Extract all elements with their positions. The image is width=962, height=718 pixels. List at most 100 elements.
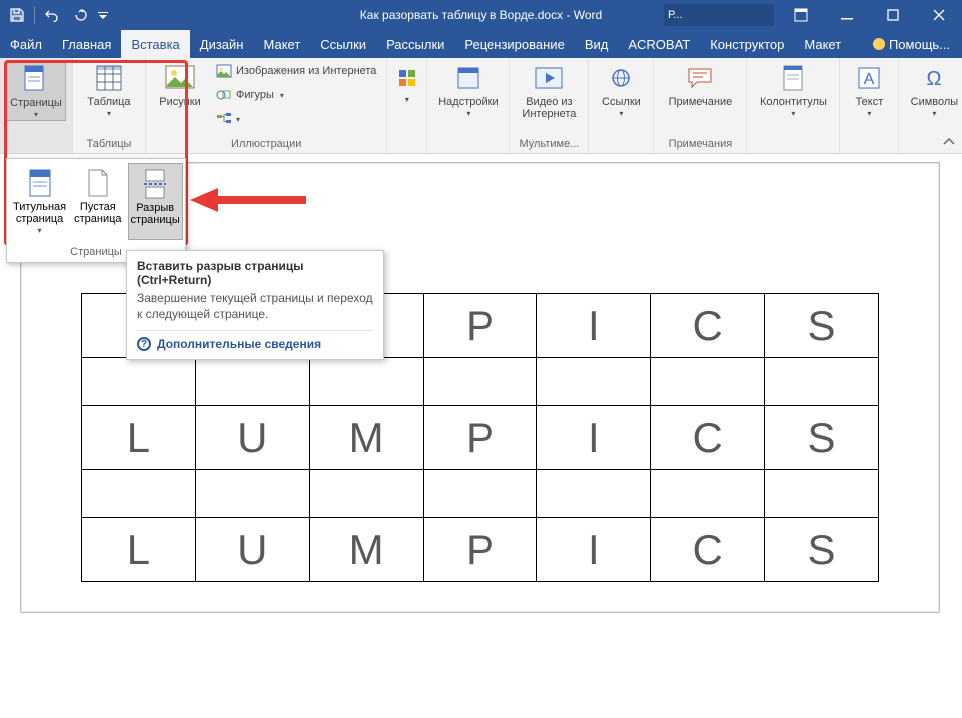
tab-home[interactable]: Главная [52, 30, 121, 58]
smartart-icon [216, 111, 232, 127]
page-break-icon [139, 168, 171, 200]
tell-me[interactable]: Помощь... [861, 30, 962, 58]
header-footer-button[interactable]: Колонтитулы▾ [753, 60, 833, 119]
shapes-icon [216, 87, 232, 103]
table-cell[interactable] [82, 358, 196, 406]
table-cell[interactable]: C [651, 518, 765, 582]
table-cell[interactable] [309, 470, 423, 518]
tooltip-more-link[interactable]: ? Дополнительные сведения [137, 330, 373, 351]
tab-file[interactable]: Файл [0, 30, 52, 58]
textbox-icon: A [853, 62, 885, 94]
symbols-button[interactable]: Ω Символы▾ [905, 60, 962, 119]
addins-icon [452, 62, 484, 94]
ribbon-options-button[interactable] [778, 0, 824, 30]
table-cell[interactable]: C [651, 406, 765, 470]
addins-button[interactable]: Надстройки▾ [433, 60, 503, 119]
online-pictures-button[interactable]: Изображения из Интернета [212, 60, 380, 82]
table-cell[interactable]: I [537, 294, 651, 358]
maximize-button[interactable] [870, 0, 916, 30]
pages-button[interactable]: Страницы ▾ [6, 60, 66, 121]
pictures-icon [164, 62, 196, 94]
table-cell[interactable]: M [309, 406, 423, 470]
group-label-media: Мультиме... [519, 136, 579, 153]
titlebar: Как разорвать таблицу в Ворде.docx - Wor… [0, 0, 962, 30]
table-icon [93, 62, 125, 94]
collapse-ribbon-button[interactable] [940, 133, 958, 151]
table-cell[interactable]: U [195, 406, 309, 470]
table-cell[interactable] [423, 358, 537, 406]
blank-page-icon [82, 167, 114, 199]
tab-table-design[interactable]: Конструктор [700, 30, 794, 58]
table-cell[interactable]: C [651, 294, 765, 358]
table-cell[interactable] [651, 470, 765, 518]
group-label-illustrations: Иллюстрации [231, 136, 301, 153]
group-label-tables: Таблицы [87, 136, 132, 153]
undo-button[interactable] [39, 2, 65, 28]
table-cell[interactable]: U [195, 518, 309, 582]
minimize-button[interactable] [824, 0, 870, 30]
table-cell[interactable]: P [423, 406, 537, 470]
table-cell[interactable]: L [82, 518, 196, 582]
tooltip-body: Завершение текущей страницы и переход к … [137, 291, 373, 322]
tab-references[interactable]: Ссылки [310, 30, 376, 58]
pictures-button[interactable]: Рисунки [152, 60, 208, 108]
table-cell[interactable]: L [82, 406, 196, 470]
table-cell[interactable]: P [423, 294, 537, 358]
tab-design[interactable]: Дизайн [190, 30, 254, 58]
table-cell[interactable]: S [765, 518, 879, 582]
tab-table-layout[interactable]: Макет [794, 30, 851, 58]
table-cell[interactable] [765, 358, 879, 406]
quick-access-toolbar [0, 2, 111, 28]
table-cell[interactable] [195, 470, 309, 518]
tab-review[interactable]: Рецензирование [454, 30, 574, 58]
user-account[interactable]: Р... [664, 4, 774, 26]
comment-button[interactable]: Примечание [660, 60, 740, 108]
annotation-arrow [188, 188, 308, 218]
comment-icon [684, 62, 716, 94]
qat-customize-button[interactable] [95, 2, 111, 28]
redo-button[interactable] [67, 2, 93, 28]
help-icon: ? [137, 337, 151, 351]
table-cell[interactable] [423, 470, 537, 518]
save-button[interactable] [4, 2, 30, 28]
link-icon [605, 62, 637, 94]
cover-page-icon [24, 167, 56, 199]
table-cell[interactable]: P [423, 518, 537, 582]
table-cell[interactable] [195, 358, 309, 406]
close-button[interactable] [916, 0, 962, 30]
text-button[interactable]: A Текст▾ [846, 60, 892, 119]
table-cell[interactable]: S [765, 294, 879, 358]
app-icon [391, 62, 423, 94]
table-cell[interactable]: S [765, 406, 879, 470]
page-break-button[interactable]: Разрыв страницы [128, 163, 183, 240]
tab-acrobat[interactable]: ACROBAT [618, 30, 700, 58]
table-cell[interactable]: M [309, 518, 423, 582]
table-cell[interactable] [651, 358, 765, 406]
tab-mailings[interactable]: Рассылки [376, 30, 454, 58]
omega-icon: Ω [918, 62, 950, 94]
table-cell[interactable] [537, 358, 651, 406]
table-button[interactable]: Таблица ▾ [79, 60, 139, 119]
table-cell[interactable] [765, 470, 879, 518]
tooltip-page-break: Вставить разрыв страницы (Ctrl+Return) З… [126, 250, 384, 360]
table-cell[interactable]: I [537, 518, 651, 582]
apps-button[interactable]: ▾ [392, 60, 422, 105]
online-video-button[interactable]: Видео из Интернета [516, 60, 582, 120]
tab-view[interactable]: Вид [575, 30, 619, 58]
smartart-button[interactable]: ▾ [212, 108, 380, 130]
online-pictures-icon [216, 63, 232, 79]
ribbon: Страницы ▾ . Таблица ▾ Таблицы Рис [0, 58, 962, 154]
tab-insert[interactable]: Вставка [121, 30, 189, 58]
table-cell[interactable] [309, 358, 423, 406]
shapes-button[interactable]: Фигуры▾ [212, 84, 380, 106]
document-title: Как разорвать таблицу в Ворде.docx - Wor… [360, 8, 602, 22]
blank-page-button[interactable]: Пустая страница [72, 163, 123, 240]
table-cell[interactable]: I [537, 406, 651, 470]
tab-layout[interactable]: Макет [253, 30, 310, 58]
table-cell[interactable] [537, 470, 651, 518]
cover-page-button[interactable]: Титульная страница▾ [11, 163, 68, 240]
group-label-comments: Примечания [669, 136, 733, 153]
links-button[interactable]: Ссылки▾ [595, 60, 647, 119]
table-cell[interactable] [82, 470, 196, 518]
pages-dropdown: Титульная страница▾ Пустая страница Разр… [6, 158, 186, 263]
